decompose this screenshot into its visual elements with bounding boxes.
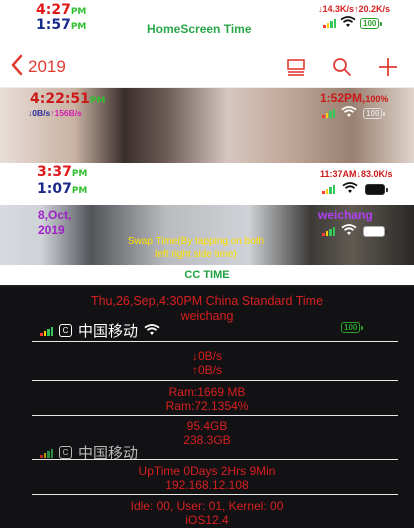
- battery-icon: [365, 183, 388, 195]
- carrier-c-icon: C: [59, 324, 72, 337]
- signal-bars-icon: [322, 184, 335, 194]
- layout-icon[interactable]: [285, 56, 307, 78]
- lockscreen-right-time-value: 1:52PM,: [320, 91, 366, 105]
- divider: [32, 415, 398, 416]
- cc-uptime: UpTime 0Days 2Hrs 9Min: [138, 464, 276, 478]
- homescreen-time-1-ampm: PM: [70, 7, 87, 17]
- control-center-section: CC TIME Thu,26,Sep,4:30PM China Standard…: [0, 265, 414, 528]
- homescreen-time-2: 1:57PM: [36, 18, 86, 35]
- wifi-icon: [144, 323, 160, 338]
- lockscreen-status-icons: 100: [322, 106, 386, 120]
- lockscreen-time-value: 4:22:51: [30, 91, 90, 107]
- strip-status-icons: [322, 182, 388, 196]
- date-label: 8,Oct, 2019: [38, 208, 71, 238]
- lockscreen-preview: 4:22:51PM ↓0B/s↑156B/s 1:52PM,100% 100: [0, 88, 414, 163]
- date-line-1: 8,Oct,: [38, 208, 72, 222]
- carrier-c-icon: C: [59, 446, 72, 459]
- homescreen-time-1-value: 4:27: [36, 2, 71, 18]
- lockscreen-time-ampm: PM: [89, 96, 106, 106]
- divider: [32, 380, 398, 381]
- nav-icons: [285, 56, 399, 78]
- divider: [32, 494, 398, 495]
- lockscreen-speed-up: ↑156B/s: [50, 108, 82, 118]
- divider: [32, 341, 398, 342]
- cc-ios: iOS12.4: [185, 513, 229, 527]
- status-icons: 100: [323, 16, 383, 30]
- strip-time-1: 3:37PM: [37, 165, 87, 182]
- cc-carrier-row: C 中国移动: [40, 320, 160, 341]
- cc-speed-down: ↓0B/s: [191, 349, 222, 363]
- network-speed: ↓14.3K/s↑20.2K/s: [318, 4, 391, 14]
- cc-ram-mb: Ram:1669 MB: [168, 385, 246, 399]
- wifi-icon: [342, 182, 358, 196]
- homescreen-time-2-ampm: PM: [70, 22, 87, 32]
- date-line-2: 2019: [38, 223, 65, 237]
- homescreen-time-2-value: 1:57: [36, 17, 71, 33]
- lockscreen-right-percent: 100%: [365, 94, 389, 104]
- lockscreen-speed-down: ↓0B/s: [28, 108, 51, 118]
- cc-ip: 192.168.12.108: [165, 478, 249, 492]
- signal-bars-icon: [323, 18, 336, 28]
- battery-icon: 100: [363, 107, 386, 119]
- cc-datetime: Thu,26,Sep,4:30PM China Standard Time: [90, 294, 324, 308]
- homescreen-title: HomeScreen Time: [147, 22, 252, 36]
- wifi-icon: [341, 106, 357, 120]
- back-label: 2019: [28, 57, 66, 76]
- nav-bar: 2019: [0, 48, 414, 88]
- wifi-icon: [340, 16, 356, 30]
- cc-cpu: Idle: 00, User: 01, Kernel: 00: [130, 499, 284, 513]
- cc-ram-percent: Ram:72.1354%: [165, 399, 249, 413]
- strip-time-2-value: 1:07: [37, 181, 72, 197]
- lockscreen-time: 4:22:51PM: [30, 91, 105, 107]
- search-icon[interactable]: [331, 56, 353, 78]
- date-strip-status-icons: [322, 224, 388, 238]
- add-icon[interactable]: [377, 56, 399, 78]
- signal-bars-icon: [40, 326, 53, 336]
- homescreen-status-bar: 4:27PM 1:57PM HomeScreen Time ↓14.3K/s↑2…: [0, 0, 414, 48]
- back-button[interactable]: 2019: [10, 54, 66, 80]
- time-strip: 3:37PM 1:07PM 11:37AM↓83.0K/s: [0, 163, 414, 205]
- signal-bars-icon: [322, 108, 335, 118]
- cc-time-label: CC TIME: [0, 265, 414, 285]
- swap-time-hint: Swap Time(By tapping on both left right …: [127, 236, 265, 260]
- cc-speed-up: ↑0B/s: [191, 363, 222, 377]
- carrier-name: 中国移动: [78, 323, 139, 340]
- battery-icon: [363, 225, 388, 237]
- strip-time-1-ampm: PM: [71, 169, 88, 179]
- control-center-panel: Thu,26,Sep,4:30PM China Standard Time we…: [0, 287, 414, 528]
- signal-bars-icon: [40, 448, 53, 458]
- divider: [32, 459, 398, 460]
- strip-time-1-value: 3:37: [37, 164, 72, 180]
- chevron-left-icon: [10, 54, 24, 80]
- strip-time-2: 1:07PM: [37, 182, 87, 199]
- date-strip: 8,Oct, 2019 weichang Swap Time(By tappin…: [0, 205, 414, 265]
- battery-icon: 100: [341, 322, 364, 333]
- battery-icon: 100: [360, 17, 383, 29]
- cc-disk-free: 95.4GB: [186, 419, 228, 433]
- lockscreen-speed: ↓0B/s↑156B/s: [28, 108, 82, 118]
- user-label: weichang: [318, 208, 373, 222]
- strip-time-2-ampm: PM: [71, 186, 88, 196]
- wifi-icon: [341, 224, 357, 238]
- lockscreen-right-time: 1:52PM,100%: [320, 91, 388, 105]
- strip-right-info: 11:37AM↓83.0K/s: [320, 169, 393, 179]
- signal-bars-icon: [322, 226, 335, 236]
